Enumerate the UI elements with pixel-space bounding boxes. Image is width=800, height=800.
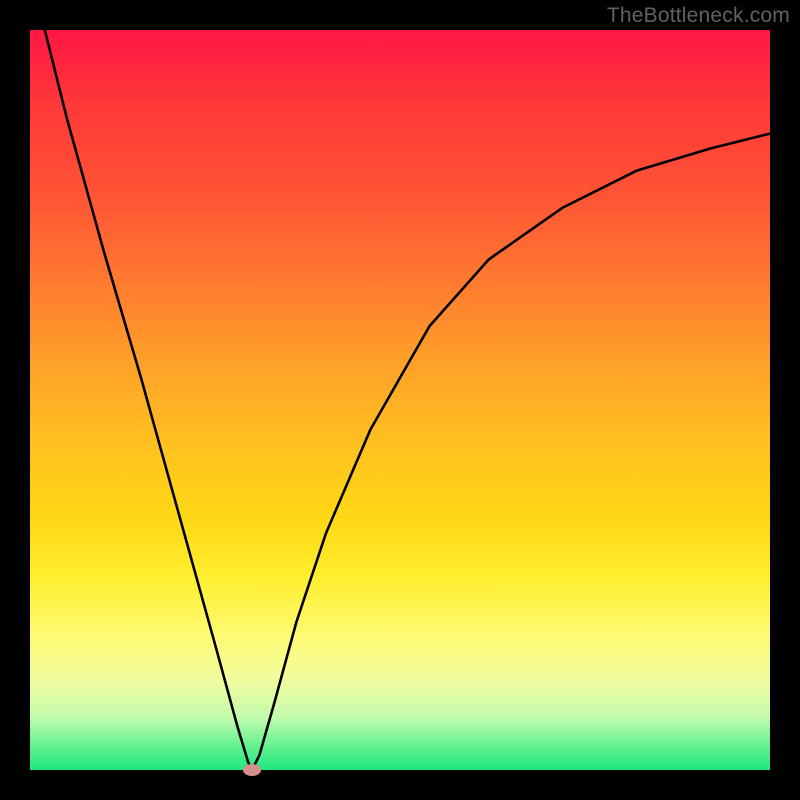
curve-svg: [30, 30, 770, 770]
plot-area: [30, 30, 770, 770]
watermark-text: TheBottleneck.com: [607, 4, 790, 28]
chart-frame: TheBottleneck.com: [0, 0, 800, 800]
minimum-marker: [243, 764, 261, 776]
bottleneck-curve: [45, 30, 770, 770]
